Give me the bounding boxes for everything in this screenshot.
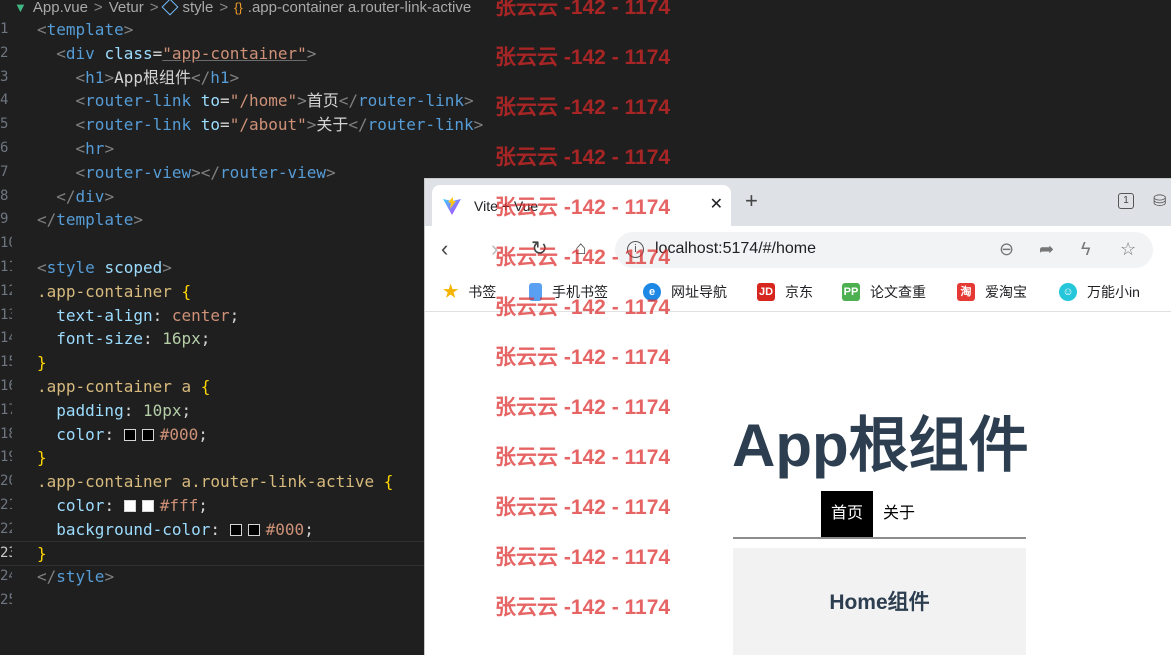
line-number: 11 <box>0 258 12 275</box>
line-number: 19 <box>0 449 12 466</box>
tab-title: Vite + Vue <box>474 197 539 214</box>
page-content: App根组件 首页 关于 Home组件 <box>425 313 1171 655</box>
vue-file-icon: ▼ <box>14 0 27 15</box>
lightning-icon[interactable]: ϟ <box>1081 239 1091 260</box>
line-number: 20 <box>0 473 12 490</box>
color-swatch[interactable] <box>247 523 260 536</box>
bookmark-star-icon[interactable]: ☆ <box>1120 239 1136 260</box>
line-number: 21 <box>0 496 12 513</box>
home-icon[interactable]: ⌂ <box>575 236 586 262</box>
star-icon: ★ <box>443 282 459 301</box>
code-line: <router-link to="/home">首页</router-link> <box>75 91 474 111</box>
line-number: 12 <box>0 282 12 299</box>
line-number: 8 <box>0 187 9 204</box>
jd-icon: JD <box>757 283 775 301</box>
line-number: 14 <box>0 330 12 347</box>
line-number: 2 <box>0 44 9 61</box>
code-line: <router-link to="/about">关于</router-link… <box>75 115 484 135</box>
extensions-icon[interactable]: ⛁ <box>1153 191 1166 211</box>
breadcrumb-separator: > <box>149 0 159 16</box>
line-number: 5 <box>0 116 9 133</box>
line-number: 25 <box>0 592 12 609</box>
line-number-gutter: 1234567891011121314151617181920212223242… <box>0 18 12 613</box>
line-number: 22 <box>0 520 12 537</box>
tab-strip: Vite + Vue ✕ + 1 ⛁ <box>425 179 1171 226</box>
close-tab-icon[interactable]: ✕ <box>710 196 723 214</box>
breadcrumb: ▼ App.vue > Vetur > style > {} .app-cont… <box>0 0 471 18</box>
line-number: 18 <box>0 425 12 442</box>
color-swatch[interactable] <box>123 499 136 512</box>
taobao-icon: 淘 <box>957 283 975 301</box>
vite-logo-icon <box>443 196 461 215</box>
share-icon[interactable]: ➦ <box>1039 239 1054 260</box>
pp-icon: PP <box>842 283 860 301</box>
line-number: 9 <box>0 211 9 228</box>
breadcrumb-separator: > <box>93 0 103 16</box>
router-link-about[interactable]: 关于 <box>873 491 925 537</box>
line-number: 13 <box>0 306 12 323</box>
new-tab-button[interactable]: + <box>745 190 758 212</box>
line-number: 15 <box>0 354 12 371</box>
browser-toolbar: ‹ › ↻ ⌂ i localhost:5174/#/home ⊖ ➦ ϟ ☆ <box>425 226 1171 274</box>
bookmarks-bar: ★ 书签 手机书签 e 网址导航 JD 京东 PP 论文查重 淘 爱淘宝 ☺ 万… <box>425 274 1171 312</box>
line-number: 7 <box>0 163 9 180</box>
phone-bookmark-icon <box>529 283 542 301</box>
breadcrumb-selector[interactable]: .app-container a.router-link-active <box>248 0 471 16</box>
color-swatch[interactable] <box>141 499 154 512</box>
router-links: 首页 关于 <box>821 491 925 537</box>
ie-icon: e <box>643 283 661 301</box>
line-number: 3 <box>0 68 9 85</box>
url-text[interactable]: localhost:5174/#/home <box>655 240 816 258</box>
bookmark-item[interactable]: PP 论文查重 <box>842 282 926 302</box>
bookmark-item[interactable]: 淘 爱淘宝 <box>957 282 1027 302</box>
browser-window: Vite + Vue ✕ + 1 ⛁ ‹ › ↻ ⌂ i localhost:5… <box>424 178 1171 655</box>
tab-count-icon[interactable]: 1 <box>1118 193 1134 209</box>
zoom-out-icon[interactable]: ⊖ <box>999 239 1014 260</box>
home-component-title: Home组件 <box>829 591 930 614</box>
line-number: 16 <box>0 377 12 394</box>
line-number: 4 <box>0 92 9 109</box>
bookmark-item[interactable]: ★ 书签 <box>443 282 496 302</box>
home-component: Home组件 <box>733 548 1026 655</box>
breadcrumb-file[interactable]: App.vue <box>33 0 88 16</box>
back-icon[interactable]: ‹ <box>441 236 448 262</box>
bookmark-item[interactable]: e 网址导航 <box>643 282 727 302</box>
horizontal-rule <box>733 537 1026 539</box>
router-link-home[interactable]: 首页 <box>821 491 874 537</box>
code-line: <template> <box>37 20 134 39</box>
breadcrumb-style[interactable]: style <box>182 0 213 16</box>
breadcrumb-separator: > <box>219 0 229 16</box>
line-number: 17 <box>0 401 12 418</box>
line-number: 10 <box>0 235 12 252</box>
bookmark-item[interactable]: JD 京东 <box>757 282 813 302</box>
bookmark-item[interactable]: ☺ 万能小in <box>1059 282 1140 302</box>
color-swatch[interactable] <box>123 428 136 441</box>
code-line: <h1>App根组件</h1> <box>75 67 240 87</box>
breadcrumb-vetur[interactable]: Vetur <box>109 0 144 16</box>
app-heading: App根组件 <box>732 412 1029 479</box>
robot-icon: ☺ <box>1059 283 1077 301</box>
css-selector-icon: {} <box>234 0 243 15</box>
code-line: <div class="app-container"> <box>56 43 317 63</box>
color-swatch[interactable] <box>141 428 154 441</box>
address-bar[interactable]: i localhost:5174/#/home ⊖ ➦ ϟ ☆ <box>615 232 1153 268</box>
site-info-icon[interactable]: i <box>627 241 644 258</box>
line-number: 6 <box>0 139 9 156</box>
cube-icon <box>161 0 179 16</box>
bookmark-item[interactable]: 手机书签 <box>529 282 608 302</box>
color-swatch[interactable] <box>229 523 242 536</box>
line-number: 24 <box>0 568 12 585</box>
code-line: <hr> <box>75 138 115 158</box>
reload-icon[interactable]: ↻ <box>531 236 548 262</box>
tab-vite-vue[interactable]: Vite + Vue ✕ <box>432 185 731 226</box>
forward-icon[interactable]: › <box>491 236 498 262</box>
line-number: 1 <box>0 21 9 37</box>
